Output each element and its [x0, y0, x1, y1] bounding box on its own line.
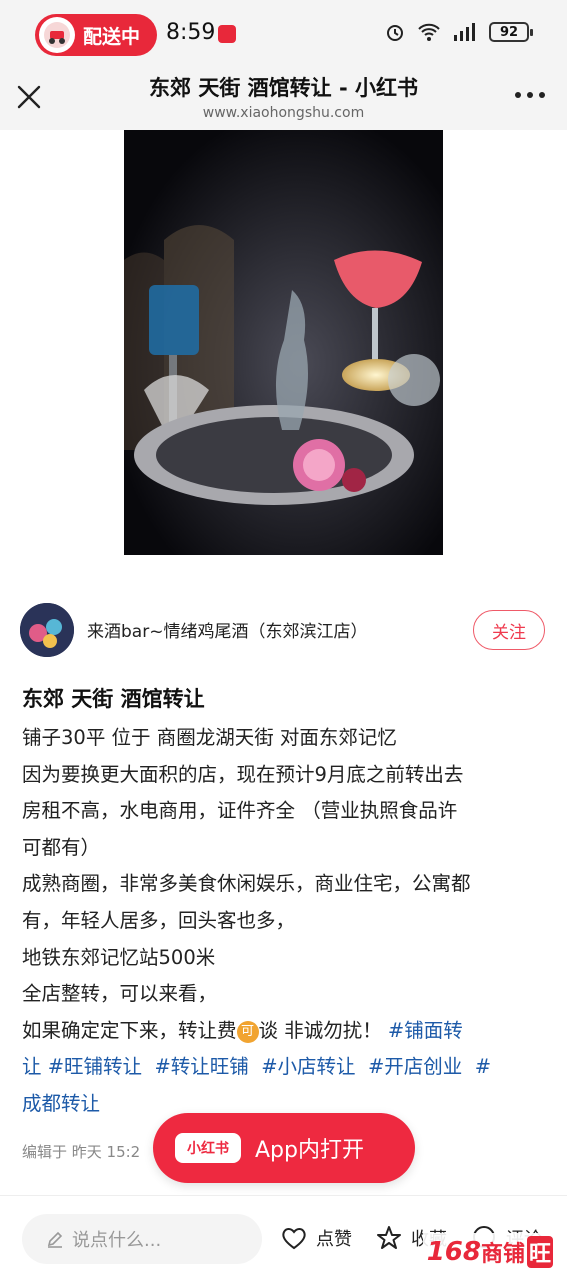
star-icon	[377, 1226, 401, 1249]
watermark-number: 168	[426, 1237, 481, 1267]
note-line: 铺子30平 位于 商圈龙湖天街 对面东郊记忆	[22, 726, 397, 749]
open-in-app-label: App内打开	[255, 1138, 364, 1163]
delivery-status-pill[interactable]: 配送中	[35, 14, 157, 56]
hashtag-link[interactable]: #铺面转	[388, 1019, 463, 1042]
note-line: 如果确定定下来，转让费可谈 非诚勿扰！ #铺面转	[22, 1013, 547, 1050]
hashtag-link[interactable]: #转让旺铺	[154, 1055, 248, 1078]
note-line-text: 谈 非诚勿扰！	[258, 1018, 382, 1042]
watermark-badge: 旺	[526, 1236, 553, 1268]
note-line: 成熟商圈，非常多美食休闲娱乐，商业住宅，公寓都	[22, 872, 471, 896]
note-line: 可都有）	[22, 835, 101, 859]
battery-level: 92	[499, 24, 519, 40]
watermark-text: 商铺	[480, 1242, 525, 1267]
open-in-app-button[interactable]: 小红书 App内打开	[153, 1113, 415, 1183]
note-line: 全店整转，可以来看，	[22, 982, 218, 1006]
author-row: 来酒bar~情绪鸡尾酒（东郊滨江店） 关注	[20, 603, 550, 657]
more-options-icon[interactable]	[515, 92, 545, 102]
hashtag-link[interactable]: #开店创业	[368, 1055, 462, 1078]
heart-icon	[282, 1228, 306, 1250]
battery-icon: 92	[489, 22, 533, 42]
note-line: 地铁东郊记忆站500米	[22, 945, 216, 969]
alarm-icon	[387, 25, 403, 41]
web-header: 东郊 天街 酒馆转让 - 小红书 www.xiaohongshu.com	[0, 70, 567, 130]
status-bar: 配送中 8:59 92	[0, 0, 567, 70]
hashtag-link[interactable]: #旺铺转让	[48, 1055, 142, 1078]
comment-input[interactable]: 说点什么...	[22, 1214, 262, 1264]
system-icons: 92	[385, 22, 533, 42]
note-line: 让 #旺铺转让 #转让旺铺 #小店转让 #开店创业 #	[22, 1049, 547, 1086]
wifi-icon	[418, 23, 440, 41]
hashtag-link[interactable]: 让	[22, 1055, 42, 1078]
hashtag-link[interactable]: 成都转让	[22, 1092, 100, 1115]
note-line: 有，年轻人居多，回头客也多，	[22, 908, 296, 932]
xiaohongshu-logo: 小红书	[175, 1133, 241, 1163]
note-body: 铺子30平 位于 商圈龙湖天街 对面东郊记忆 因为要换更大面积的店，现在预计9月…	[22, 720, 547, 1123]
signal-icon	[454, 23, 475, 41]
delivery-scooter-icon	[39, 17, 75, 53]
note-line: 房租不高，水电商用，证件齐全 （营业执照食品许	[22, 799, 458, 823]
pen-icon	[47, 1231, 63, 1248]
like-label: 点赞	[316, 1229, 352, 1250]
author-name[interactable]: 来酒bar~情绪鸡尾酒（东郊滨江店）	[87, 617, 367, 642]
note-title: 东郊 天街 酒馆转让	[22, 687, 205, 711]
author-avatar[interactable]	[20, 603, 74, 657]
follow-button[interactable]: 关注	[473, 610, 545, 650]
status-time: 8:59	[166, 20, 216, 45]
note-line-text: 如果确定定下来，转让费	[22, 1018, 237, 1042]
hashtag-link[interactable]: #	[475, 1055, 491, 1078]
page-title: 东郊 天街 酒馆转让 - 小红书	[149, 76, 418, 100]
like-button[interactable]: 点赞	[280, 1224, 352, 1252]
watermark-logo: 168 商铺 旺	[422, 1233, 557, 1271]
edited-timestamp: 编辑于 昨天 15:2	[22, 1143, 141, 1161]
negotiable-emoji-icon: 可	[236, 1020, 259, 1043]
page-url: www.xiaohongshu.com	[202, 105, 365, 121]
note-photo[interactable]	[124, 130, 443, 555]
comment-placeholder: 说点什么...	[72, 1230, 162, 1251]
notification-app-icon	[218, 25, 236, 43]
note-line: 因为要换更大面积的店，现在预计9月底之前转出去	[22, 762, 464, 786]
delivery-status-label: 配送中	[83, 25, 141, 48]
hashtag-link[interactable]: #小店转让	[261, 1055, 355, 1078]
